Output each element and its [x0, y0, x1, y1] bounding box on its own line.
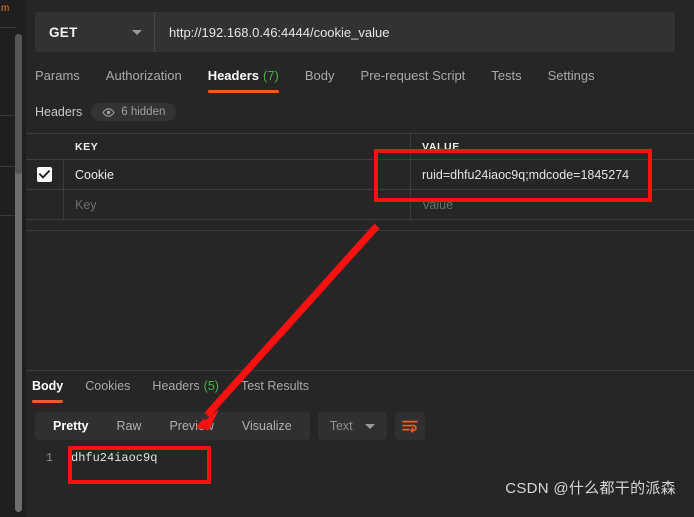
response-tab-body[interactable]: Body [32, 376, 64, 404]
format-button-visualize[interactable]: Visualize [228, 412, 306, 440]
column-header-value: VALUE [422, 140, 460, 153]
method-selector[interactable]: GET [35, 12, 155, 52]
tab-body[interactable]: Body [305, 64, 335, 95]
headers-subheader: Headers 6 hidden [35, 103, 177, 121]
response-tab-test-results[interactable]: Test Results [241, 376, 309, 404]
hidden-headers-label: 6 hidden [121, 106, 166, 118]
hidden-headers-toggle[interactable]: 6 hidden [91, 103, 177, 121]
tab-settings[interactable]: Settings [548, 64, 595, 95]
url-text: http://192.168.0.46:4444/cookie_value [169, 24, 390, 40]
format-button-raw[interactable]: Raw [102, 412, 155, 440]
method-label: GET [49, 24, 78, 40]
tab-label: Settings [547, 68, 595, 83]
check-icon [39, 170, 50, 179]
tab-tests[interactable]: Tests [491, 64, 521, 95]
sidebar-divider [0, 166, 16, 167]
sidebar-divider [0, 115, 16, 116]
response-tab-headers[interactable]: Headers (5) [152, 376, 219, 404]
tab-label: Tests [491, 68, 522, 83]
response-body-text: dhfu24iaoc9q [71, 451, 158, 465]
new-value-placeholder: Value [422, 197, 454, 212]
sidebar-scrollbar[interactable] [15, 34, 22, 512]
row-value-text: ruid=dhfu24iaoc9q;mdcode=1845274 [422, 167, 630, 182]
tab-count: (7) [263, 68, 279, 83]
tab-authorization[interactable]: Authorization [106, 64, 182, 95]
url-bar: GET http://192.168.0.46:4444/cookie_valu… [35, 12, 675, 52]
wrap-text-icon [401, 420, 418, 433]
wrap-text-button[interactable] [394, 412, 425, 440]
column-header-key: KEY [64, 134, 411, 159]
new-key-placeholder: Key [75, 197, 97, 212]
format-button-pretty[interactable]: Pretty [39, 412, 102, 440]
format-button-preview[interactable]: Preview [155, 412, 227, 440]
tab-label: Headers [152, 379, 200, 393]
table-row[interactable]: Cookie ruid=dhfu24iaoc9q;mdcode=1845274 [26, 160, 694, 190]
tab-label: Headers [207, 68, 259, 83]
tab-label: Test Results [240, 379, 310, 393]
left-sidebar-strip: m [0, 0, 27, 516]
tab-label: Pre-request Script [360, 68, 466, 83]
new-value-input[interactable]: Value [411, 190, 694, 219]
tab-label: Authorization [105, 68, 182, 83]
line-number: 1 [45, 451, 53, 465]
format-segmented-control: Pretty Raw Preview Visualize [35, 412, 310, 440]
tab-label: Body [32, 379, 64, 393]
sidebar-text-fragment: m [1, 3, 10, 14]
postman-window: m GET http://192.168.0.46:4444/cookie_va… [0, 0, 694, 517]
table-header-checkbox-cell [26, 134, 64, 159]
tab-pre-request-script[interactable]: Pre-request Script [361, 64, 466, 95]
tab-label: Params [35, 68, 80, 83]
tab-label: Body [304, 68, 335, 83]
headers-label: Headers [35, 105, 83, 119]
response-type-select[interactable]: Text [317, 412, 387, 440]
response-tab-cookies[interactable]: Cookies [85, 376, 130, 404]
url-input[interactable]: http://192.168.0.46:4444/cookie_value [155, 12, 675, 52]
tab-headers[interactable]: Headers (7) [207, 64, 280, 95]
response-body-viewer[interactable]: 1 dhfu24iaoc9q [35, 451, 158, 465]
table-header-row: KEY VALUE [26, 134, 694, 160]
chevron-down-icon [132, 29, 142, 35]
chevron-down-icon [364, 423, 375, 429]
row-enable-checkbox[interactable] [26, 160, 64, 189]
watermark-text: CSDN @什么都干的派森 [505, 480, 676, 497]
sidebar-divider [0, 215, 16, 216]
request-tabs: Params Authorization Headers (7) Body Pre… [35, 64, 685, 100]
tab-label: Cookies [85, 379, 131, 393]
response-tabs: Body Cookies Headers (5) Test Results [32, 376, 331, 404]
row-key-text: Cookie [75, 167, 114, 182]
row-key-input[interactable]: Cookie [64, 160, 411, 189]
row-value-input[interactable]: ruid=dhfu24iaoc9q;mdcode=1845274 [411, 160, 694, 189]
new-key-input[interactable]: Key [64, 190, 411, 219]
table-footer-spacer [26, 222, 694, 231]
tab-params[interactable]: Params [35, 64, 80, 95]
checkbox-checked[interactable] [37, 167, 52, 182]
tab-count: (5) [203, 379, 219, 393]
response-type-value: Text [329, 419, 353, 433]
sidebar-divider [0, 27, 16, 28]
sidebar-scrollbar-thumb[interactable] [15, 34, 22, 174]
table-row-empty[interactable]: Key Value [26, 190, 694, 220]
request-pane: GET http://192.168.0.46:4444/cookie_valu… [26, 0, 694, 517]
response-format-bar: Pretty Raw Preview Visualize Text [35, 412, 425, 440]
headers-table: KEY VALUE Cookie ruid=dhfu24iaoc9q;mdcod… [26, 133, 694, 220]
row-enable-checkbox-empty[interactable] [26, 190, 64, 219]
eye-icon [102, 107, 115, 117]
